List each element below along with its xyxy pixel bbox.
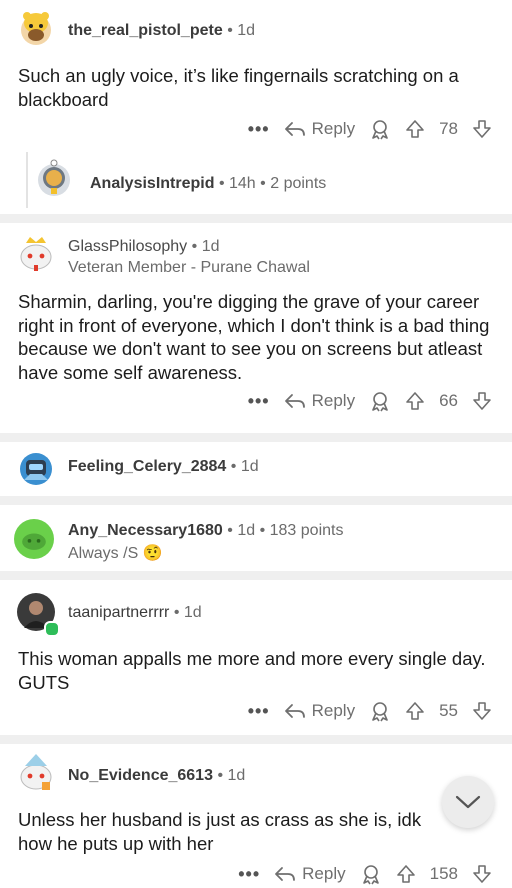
- score: 66: [439, 391, 458, 410]
- comment-body: This woman appalls me more and more ever…: [18, 648, 486, 693]
- comment-actions: ••• Reply 78: [248, 115, 492, 143]
- reply-button[interactable]: Reply: [284, 119, 355, 139]
- divider: [0, 214, 512, 223]
- robot-avatar-icon[interactable]: [16, 448, 56, 488]
- scroll-next-button[interactable]: [442, 776, 494, 828]
- user-flair: Veteran Member - Purane Chawal: [68, 259, 310, 276]
- reply-button[interactable]: Reply: [274, 864, 346, 884]
- comment-actions: ••• Reply 55: [248, 697, 492, 725]
- comment-meta: GlassPhilosophy • 1d: [68, 238, 220, 255]
- downvote-icon[interactable]: [472, 119, 492, 139]
- upvote-icon[interactable]: [405, 391, 425, 411]
- more-options-button[interactable]: •••: [248, 119, 270, 140]
- downvote-icon[interactable]: [472, 391, 492, 411]
- comment-5: taanipartnerrrr • 1d This woman appalls …: [0, 580, 512, 735]
- timestamp: 1d: [183, 604, 202, 621]
- comment-3-collapsed[interactable]: Feeling_Celery_2884 • 1d: [0, 442, 512, 496]
- timestamp: 1d: [240, 458, 259, 475]
- award-icon[interactable]: [369, 700, 391, 722]
- upvote-icon[interactable]: [405, 119, 425, 139]
- reply-icon: [284, 394, 305, 408]
- comment-1: the_real_pistol_pete • 1d Such an ugly v…: [0, 0, 512, 214]
- award-icon[interactable]: [369, 118, 391, 140]
- comment-meta: taanipartnerrrr • 1d: [68, 604, 202, 621]
- reply-icon: [284, 704, 305, 718]
- green-snoo-avatar-icon[interactable]: [14, 519, 54, 559]
- divider: [0, 735, 512, 744]
- snoo-crown-avatar-icon[interactable]: [16, 233, 56, 273]
- timestamp: 1d: [227, 767, 246, 784]
- timestamp: 1d: [237, 22, 256, 39]
- thread-line: [26, 152, 28, 208]
- chevron-down-icon: [455, 795, 481, 809]
- award-icon[interactable]: [360, 863, 382, 885]
- username[interactable]: AnalysisIntrepid: [90, 175, 214, 192]
- downvote-icon[interactable]: [472, 864, 492, 884]
- score: 78: [439, 119, 458, 138]
- comment-meta: Feeling_Celery_2884 • 1d: [68, 458, 259, 475]
- upvote-icon[interactable]: [405, 701, 425, 721]
- timestamp: 1d: [201, 238, 220, 255]
- reply-button[interactable]: Reply: [284, 391, 355, 411]
- username[interactable]: No_Evidence_6613: [68, 767, 213, 784]
- award-icon[interactable]: [369, 390, 391, 412]
- username[interactable]: taanipartnerrrr: [68, 604, 169, 621]
- comment-meta: Any_Necessary1680 • 1d • 183 points: [68, 522, 344, 539]
- astronaut-avatar-icon[interactable]: [34, 158, 74, 198]
- comment-meta: AnalysisIntrepid • 14h • 2 points: [90, 175, 327, 192]
- comment-4-collapsed[interactable]: Any_Necessary1680 • 1d • 183 points Alwa…: [0, 505, 512, 571]
- timestamp: 14h: [229, 175, 256, 192]
- timestamp: 1d: [237, 522, 256, 539]
- flair-emoji: 🤨: [142, 545, 163, 562]
- divider: [0, 571, 512, 580]
- points: 2 points: [270, 175, 327, 192]
- downvote-icon[interactable]: [472, 701, 492, 721]
- score: 55: [439, 701, 458, 720]
- points: 183 points: [269, 522, 344, 539]
- divider: [0, 496, 512, 505]
- comment-body: Such an ugly voice, it’s like fingernail…: [18, 65, 459, 110]
- username[interactable]: the_real_pistol_pete: [68, 22, 223, 39]
- reply-button[interactable]: Reply: [284, 701, 355, 721]
- comment-actions: ••• Reply 66: [248, 387, 492, 415]
- user-flair: Always /S 🤨: [68, 545, 163, 562]
- comment-body: Unless her husband is just as crass as s…: [18, 809, 422, 854]
- reply-icon: [284, 122, 305, 136]
- username[interactable]: GlassPhilosophy: [68, 238, 187, 255]
- divider: [0, 433, 512, 442]
- comment-meta: the_real_pistol_pete • 1d: [68, 22, 256, 39]
- online-indicator: [44, 621, 60, 637]
- username[interactable]: Feeling_Celery_2884: [68, 458, 226, 475]
- more-options-button[interactable]: •••: [248, 391, 270, 412]
- comment-meta: No_Evidence_6613 • 1d: [68, 767, 246, 784]
- score: 158: [429, 864, 458, 883]
- reply-icon: [275, 867, 296, 881]
- username[interactable]: Any_Necessary1680: [68, 522, 223, 539]
- cow-avatar-icon[interactable]: [16, 8, 56, 48]
- upvote-icon[interactable]: [396, 864, 416, 884]
- snoo-wizard-avatar-icon[interactable]: [16, 752, 56, 792]
- comment-2: GlassPhilosophy • 1d Veteran Member - Pu…: [0, 223, 512, 433]
- more-options-button[interactable]: •••: [238, 864, 260, 885]
- comment-actions: ••• Reply 158: [238, 860, 492, 888]
- comment-body: Sharmin, darling, you're digging the gra…: [18, 291, 490, 383]
- comment-6: No_Evidence_6613 • 1d Unless her husband…: [0, 744, 512, 886]
- more-options-button[interactable]: •••: [248, 701, 270, 722]
